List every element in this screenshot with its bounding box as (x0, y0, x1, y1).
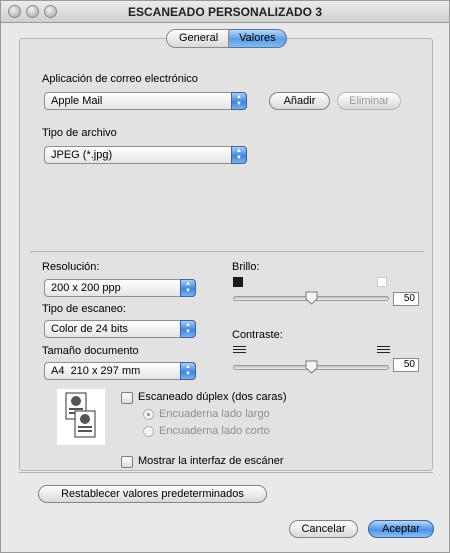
duplex-checkbox[interactable] (121, 392, 133, 404)
email-app-label: Aplicación de correo electrónico (42, 73, 198, 85)
short-edge-label: Encuaderna lado corto (159, 425, 270, 437)
settings-panel: Aplicación de correo electrónico Apple M… (19, 38, 433, 471)
brightness-label: Brillo: (232, 261, 260, 273)
resolution-value: 200 x 200 ppp (51, 282, 121, 294)
window-title: ESCANEADO PERSONALIZADO 3 (127, 5, 323, 19)
email-app-select[interactable]: Apple Mail ▲ ▼ (44, 92, 247, 110)
popup-arrows-icon: ▲ ▼ (180, 279, 196, 297)
duplex-pages-icon (57, 389, 105, 445)
duplex-label: Escaneado dúplex (dos caras) (138, 391, 287, 403)
low-contrast-icon (233, 346, 246, 357)
high-contrast-icon (377, 346, 390, 357)
contrast-slider-thumb[interactable] (305, 360, 318, 374)
remove-button[interactable]: Eliminar (337, 92, 401, 110)
dark-swatch-icon (233, 277, 243, 287)
resolution-select[interactable]: 200 x 200 ppp ▲ ▼ (44, 279, 196, 297)
file-type-select[interactable]: JPEG (*.jpg) ▲ ▼ (44, 146, 247, 164)
popup-arrows-icon: ▲ ▼ (180, 320, 196, 338)
contrast-value[interactable]: 50 (393, 358, 419, 372)
tab-bar: General Valores (166, 29, 287, 48)
show-interface-label: Mostrar la interfaz de escáner (138, 455, 284, 467)
long-edge-label: Encuaderna lado largo (159, 408, 270, 420)
dialog-window: ESCANEADO PERSONALIZADO 3 General Valore… (0, 0, 450, 553)
doc-size-label: Tamaño documento (42, 345, 139, 357)
scan-type-value: Color de 24 bits (51, 323, 129, 335)
divider (19, 472, 433, 473)
add-button[interactable]: Añadir (269, 92, 330, 110)
tab-valores[interactable]: Valores (229, 29, 287, 48)
divider (30, 251, 424, 252)
tab-general[interactable]: General (166, 29, 230, 48)
doc-size-value: A4 210 x 297 mm (51, 365, 141, 377)
restore-defaults-button[interactable]: Restablecer valores predeterminados (38, 485, 267, 503)
popup-arrows-icon: ▲ ▼ (231, 146, 247, 164)
title-bar: ESCANEADO PERSONALIZADO 3 (1, 1, 449, 23)
file-type-value: JPEG (*.jpg) (51, 149, 113, 161)
scan-type-label: Tipo de escaneo: (42, 303, 126, 315)
doc-size-select[interactable]: A4 210 x 297 mm ▲ ▼ (44, 362, 196, 380)
resolution-label: Resolución: (42, 261, 100, 273)
file-type-label: Tipo de archivo (42, 127, 117, 139)
accept-button[interactable]: Aceptar (368, 520, 434, 538)
brightness-value[interactable]: 50 (393, 292, 419, 306)
radio-long-edge[interactable] (143, 409, 154, 420)
show-interface-checkbox[interactable] (121, 456, 133, 468)
radio-short-edge[interactable] (143, 426, 154, 437)
scan-type-select[interactable]: Color de 24 bits ▲ ▼ (44, 320, 196, 338)
brightness-slider-thumb[interactable] (305, 291, 318, 305)
light-swatch-icon (377, 277, 387, 287)
popup-arrows-icon: ▲ ▼ (180, 362, 196, 380)
cancel-button[interactable]: Cancelar (289, 520, 358, 538)
popup-arrows-icon: ▲ ▼ (231, 92, 247, 110)
contrast-label: Contraste: (232, 329, 283, 341)
email-app-value: Apple Mail (51, 95, 103, 107)
